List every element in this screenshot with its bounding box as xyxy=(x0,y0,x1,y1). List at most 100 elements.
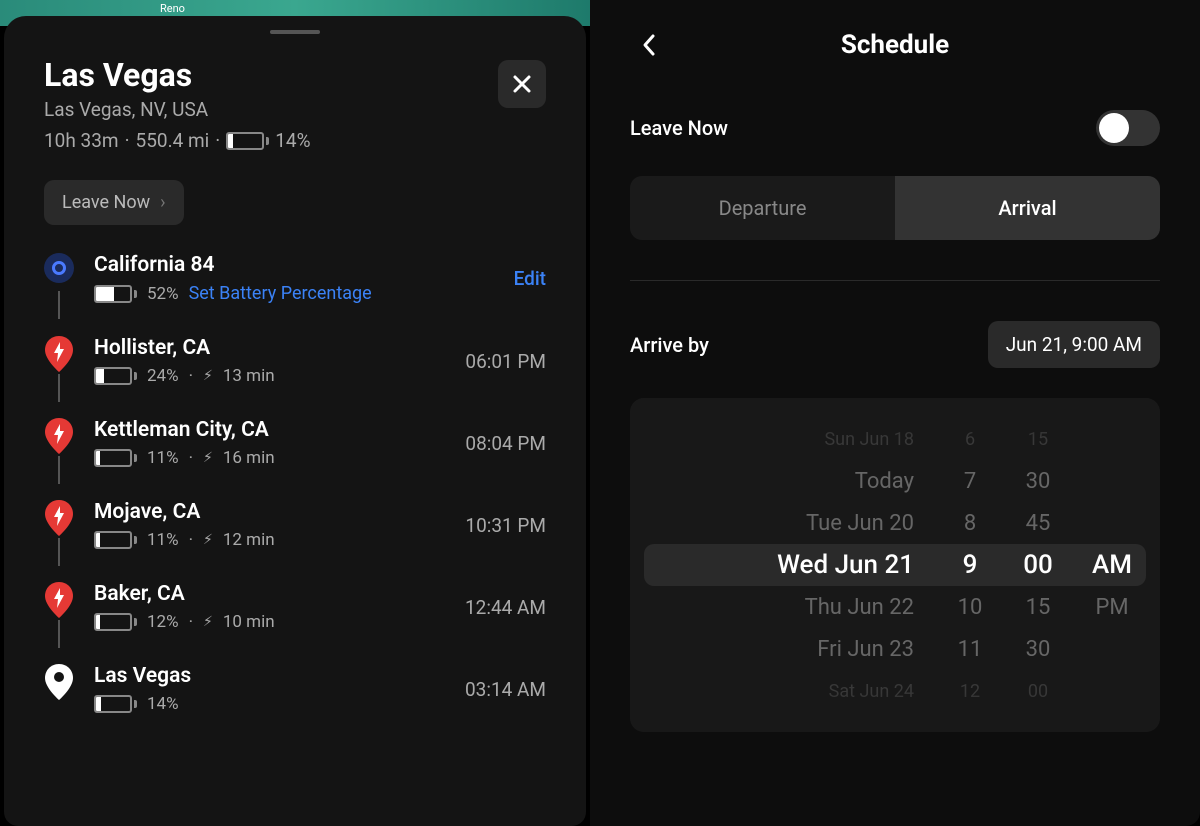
trip-panel: Reno Las Vegas Las Vegas, NV, USA 10h 33… xyxy=(0,0,590,826)
stop-name: Baker, CA xyxy=(94,582,445,606)
stop-row[interactable]: Baker, CA 12%·⚡︎10 min 12:44 AM xyxy=(44,582,546,664)
picker-minute: 30 xyxy=(1016,637,1060,662)
picker-hour: 10 xyxy=(952,595,988,620)
stop-time: 12:44 AM xyxy=(465,596,546,619)
picker-date: Thu Jun 22 xyxy=(654,595,924,620)
stop-name: Mojave, CA xyxy=(94,500,445,524)
drag-handle[interactable] xyxy=(270,30,320,34)
picker-date: Fri Jun 23 xyxy=(654,637,924,662)
picker-row[interactable]: Tue Jun 20 8 45 xyxy=(654,502,1136,544)
battery-icon xyxy=(94,285,137,303)
picker-row[interactable]: Sun Jun 18 6 15 xyxy=(654,418,1136,460)
charge-duration: 10 min xyxy=(223,612,275,632)
close-icon xyxy=(510,72,534,96)
stops-list: California 84 52%Set Battery Percentage … xyxy=(44,253,546,746)
picker-date: Today xyxy=(654,469,924,494)
set-battery-link[interactable]: Set Battery Percentage xyxy=(189,283,372,304)
battery-icon xyxy=(94,531,137,549)
stop-row[interactable]: California 84 52%Set Battery Percentage … xyxy=(44,253,546,336)
stop-meta: 12%·⚡︎10 min xyxy=(94,612,445,632)
picker-ampm: AM xyxy=(1088,550,1136,580)
leave-now-button[interactable]: Leave Now › xyxy=(44,180,184,225)
arrive-by-label: Arrive by xyxy=(630,333,709,357)
battery-icon xyxy=(94,449,137,467)
bolt-icon: ⚡︎ xyxy=(203,368,213,384)
stop-row[interactable]: Mojave, CA 11%·⚡︎12 min 10:31 PM xyxy=(44,500,546,582)
departure-arrival-tabs: Departure Arrival xyxy=(630,176,1160,240)
picker-date: Sat Jun 24 xyxy=(654,681,924,702)
picker-minute: 00 xyxy=(1016,681,1060,702)
arrival-battery: 14% xyxy=(275,129,310,152)
bolt-icon: ⚡︎ xyxy=(203,532,213,548)
charge-duration: 13 min xyxy=(223,366,275,386)
stop-battery: 11% xyxy=(147,448,179,468)
picker-row[interactable]: Today 7 30 xyxy=(654,460,1136,502)
charger-pin-icon xyxy=(45,582,73,618)
battery-icon xyxy=(94,367,137,385)
picker-hour: 12 xyxy=(952,681,988,702)
trip-summary: 10h 33m · 550.4 mi · 14% xyxy=(44,129,311,152)
picker-hour: 7 xyxy=(952,469,988,494)
stop-time: 08:04 PM xyxy=(465,432,546,455)
schedule-panel: Schedule Leave Now Departure Arrival Arr… xyxy=(590,0,1200,826)
stop-row[interactable]: Hollister, CA 24%·⚡︎13 min 06:01 PM xyxy=(44,336,546,418)
destination-title: Las Vegas xyxy=(44,56,311,94)
stop-meta: 11%·⚡︎16 min xyxy=(94,448,445,468)
picker-row[interactable]: Thu Jun 22 10 15 PM xyxy=(654,586,1136,628)
chevron-right-icon: › xyxy=(160,192,165,213)
picker-minute: 45 xyxy=(1016,511,1060,536)
battery-icon xyxy=(226,132,269,150)
picker-row[interactable]: Wed Jun 21 9 00 AM xyxy=(644,544,1146,586)
trip-card: Las Vegas Las Vegas, NV, USA 10h 33m · 5… xyxy=(4,16,586,826)
destination-pin-icon xyxy=(45,664,73,700)
stop-name: Hollister, CA xyxy=(94,336,445,360)
picker-row[interactable]: Sat Jun 24 12 00 xyxy=(654,670,1136,712)
stop-name: California 84 xyxy=(94,253,494,277)
charger-pin-icon xyxy=(45,500,73,536)
start-marker-icon xyxy=(44,253,74,283)
picker-minute: 00 xyxy=(1016,550,1060,580)
stop-meta: 11%·⚡︎12 min xyxy=(94,530,445,550)
battery-icon xyxy=(94,613,137,631)
stop-row[interactable]: Las Vegas 14% 03:14 AM xyxy=(44,664,546,746)
arrive-by-chip[interactable]: Jun 21, 9:00 AM xyxy=(988,321,1160,368)
stop-time: 03:14 AM xyxy=(465,678,546,701)
toggle-knob xyxy=(1099,113,1129,143)
charger-pin-icon xyxy=(45,418,73,454)
route-connector xyxy=(58,620,60,648)
picker-minute: 30 xyxy=(1016,469,1060,494)
leave-now-label: Leave Now xyxy=(62,192,150,213)
battery-icon xyxy=(94,695,137,713)
route-connector xyxy=(58,374,60,402)
close-button[interactable] xyxy=(498,60,546,108)
stop-meta: 14% xyxy=(94,694,445,714)
picker-ampm: PM xyxy=(1088,595,1136,620)
picker-hour: 9 xyxy=(952,550,988,580)
tab-arrival[interactable]: Arrival xyxy=(895,176,1160,240)
leave-now-row-label: Leave Now xyxy=(630,116,728,140)
picker-minute: 15 xyxy=(1016,429,1060,450)
charger-pin-icon xyxy=(45,336,73,372)
datetime-picker[interactable]: Sun Jun 18 6 15 Today 7 30 Tue Jun 20 8 … xyxy=(630,398,1160,732)
destination-subtitle: Las Vegas, NV, USA xyxy=(44,98,311,121)
bolt-icon: ⚡︎ xyxy=(203,614,213,630)
back-button[interactable] xyxy=(640,32,658,58)
leave-now-toggle[interactable] xyxy=(1096,110,1160,146)
picker-hour: 8 xyxy=(952,511,988,536)
route-connector xyxy=(58,456,60,484)
stop-battery: 24% xyxy=(147,366,179,386)
stop-row[interactable]: Kettleman City, CA 11%·⚡︎16 min 08:04 PM xyxy=(44,418,546,500)
picker-date: Sun Jun 18 xyxy=(654,429,924,450)
chevron-left-icon xyxy=(640,32,658,58)
tab-departure[interactable]: Departure xyxy=(630,176,895,240)
bolt-icon: ⚡︎ xyxy=(203,450,213,466)
edit-button[interactable]: Edit xyxy=(514,267,546,290)
picker-date: Wed Jun 21 xyxy=(654,550,924,580)
picker-row[interactable]: Fri Jun 23 11 30 xyxy=(654,628,1136,670)
stop-name: Kettleman City, CA xyxy=(94,418,445,442)
trip-duration: 10h 33m xyxy=(44,129,119,152)
picker-hour: 6 xyxy=(952,429,988,450)
stop-battery: 52% xyxy=(147,284,179,304)
picker-minute: 15 xyxy=(1016,595,1060,620)
route-connector xyxy=(58,291,60,319)
